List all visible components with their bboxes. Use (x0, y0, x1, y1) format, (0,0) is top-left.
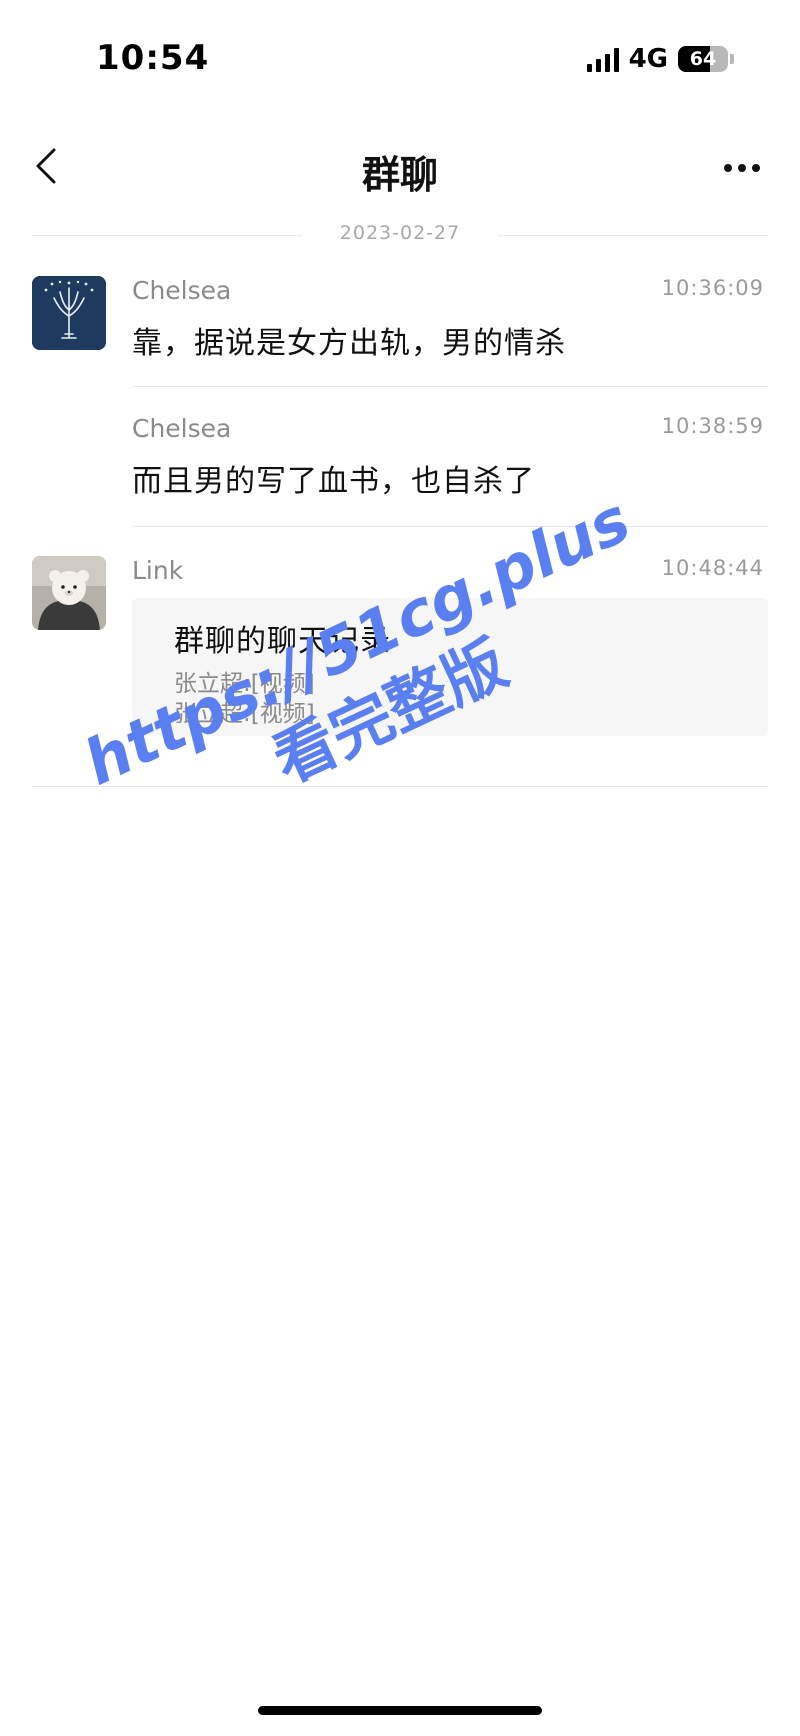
more-button[interactable] (714, 146, 770, 190)
message-text[interactable]: 而且男的写了血书，也自杀了 (132, 456, 535, 500)
battery-level: 64 (689, 48, 717, 70)
forwarded-chat-line: 张立超:[视频] (174, 701, 315, 727)
date-divider: 2023-02-27 (32, 222, 768, 250)
battery-icon: 64 (678, 46, 728, 72)
message-time: 10:48:44 (661, 556, 764, 580)
forwarded-chat-line: 张立超:[视频] (174, 671, 315, 697)
message-time: 10:36:09 (661, 276, 764, 300)
row-divider (132, 526, 768, 527)
plush-toy-avatar-icon (32, 556, 106, 630)
tree-avatar-icon (32, 276, 106, 350)
signal-icon (586, 46, 619, 72)
sender-name: Link (132, 556, 184, 585)
row-divider (132, 386, 768, 387)
page-title: 群聊 (361, 153, 438, 197)
network-label: 4G (628, 44, 668, 74)
status-time: 10:54 (96, 38, 210, 78)
more-horizontal-icon (724, 164, 760, 172)
message-text[interactable]: 靠，据说是女方出轨，男的情杀 (132, 318, 566, 362)
date-text: 2023-02-27 (339, 222, 461, 244)
status-bar: 10:54 4G 64 (0, 0, 800, 120)
avatar[interactable] (32, 556, 106, 630)
message-time: 10:38:59 (661, 414, 764, 438)
sender-name: Chelsea (132, 414, 232, 443)
battery-cap (730, 54, 734, 64)
nav-bar: 群聊 (0, 120, 800, 216)
forwarded-chat-card[interactable]: 群聊的聊天记录 张立超:[视频] 张立超:[视频] (132, 598, 768, 736)
status-indicators: 4G 64 (586, 44, 734, 74)
forwarded-chat-title: 群聊的聊天记录 (174, 624, 391, 659)
avatar[interactable] (32, 276, 106, 350)
home-indicator[interactable] (258, 1706, 542, 1715)
bottom-divider (32, 786, 768, 787)
sender-name: Chelsea (132, 276, 232, 305)
